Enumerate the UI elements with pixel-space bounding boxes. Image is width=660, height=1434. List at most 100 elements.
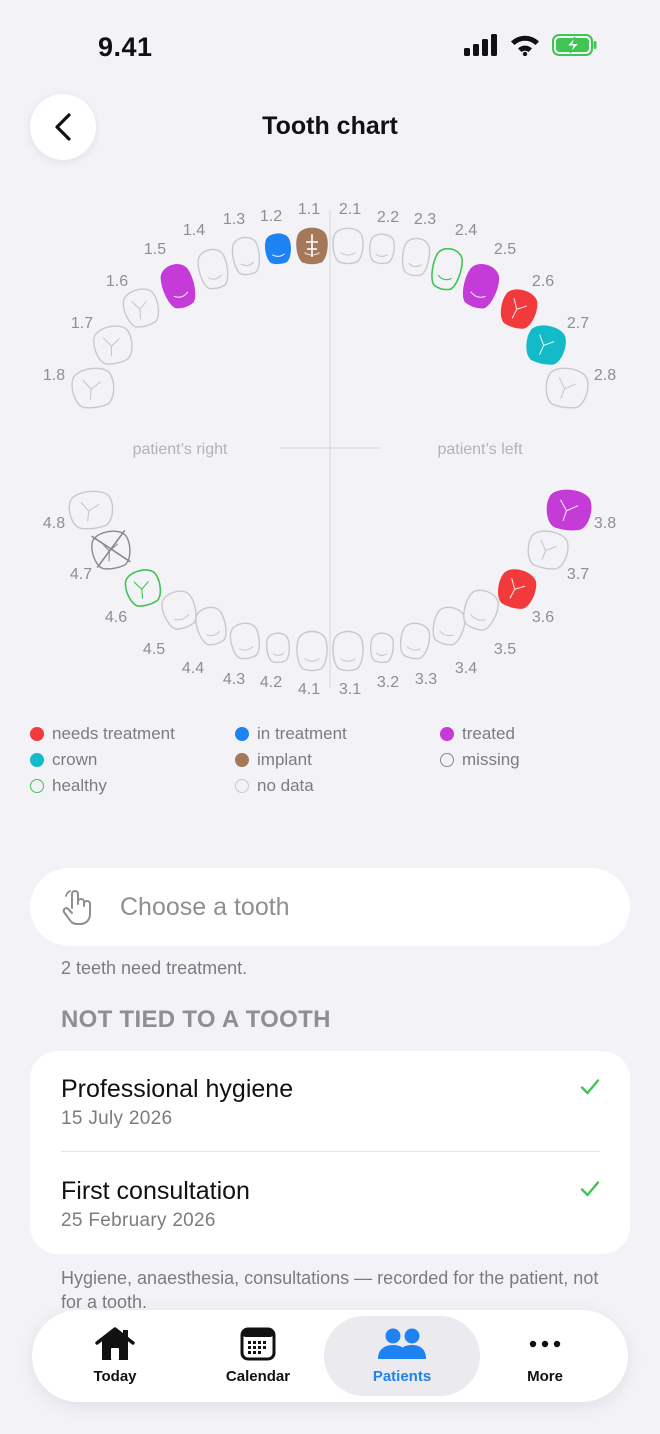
tooth-4-1[interactable] [296,630,328,672]
tooth-number-label: 4.2 [260,674,282,691]
legend-label: in treatment [257,724,347,743]
legend-swatch [30,779,44,793]
tooth-1-6[interactable] [120,285,163,330]
tooth-shape [401,237,431,277]
more-icon [529,1340,561,1348]
tooth-4-7[interactable] [89,528,132,571]
tooth-number-label: 4.1 [298,681,320,698]
tooth-4-3[interactable] [228,621,262,660]
wifi-icon [511,35,539,56]
tooth-number-label: 1.4 [183,222,205,239]
tooth-4-6[interactable] [122,566,164,609]
legend-label: needs treatment [52,724,175,743]
tooth-1-7[interactable] [91,323,135,367]
tab-bar: Today Calendar Patients More [32,1310,628,1402]
tooth-shape [265,632,290,664]
tooth-number-label: 3.5 [494,641,516,658]
tab-label: Patients [372,1368,432,1385]
legend-item-healthy: healthy [30,776,107,796]
tooth-2-8[interactable] [544,366,590,410]
visit-row[interactable]: Professional hygiene 15 July 2026 [30,1051,630,1152]
tooth-1-2[interactable] [265,233,291,265]
treatment-summary: 2 teeth need treatment. [61,958,248,978]
tooth-shape [431,247,463,291]
tooth-number-label: 2.8 [594,367,616,384]
visit-date: 25 February 2026 [61,1210,216,1231]
tooth-shape [463,589,500,631]
tooth-shape [463,264,500,309]
tooth-number-label: 1.6 [106,273,128,290]
tooth-shape [369,233,395,265]
legend-swatch [235,779,249,793]
tooth-1-3[interactable] [231,236,262,276]
tooth-number-label: 4.7 [70,566,92,583]
tooth-number-label: 2.3 [414,211,436,228]
section-header: NOT TIED TO A TOOTH [61,1006,331,1033]
tooth-shape [332,227,364,265]
tooth-shape [231,236,261,276]
tooth-shape [296,630,328,672]
patient-left-label: patient’s left [437,441,523,458]
tooth-2-2[interactable] [369,233,395,265]
tooth-3-8[interactable] [545,488,592,531]
tooth-4-4[interactable] [193,604,230,647]
tooth-4-5[interactable] [158,587,201,633]
checkmark-icon [580,1181,600,1197]
tooth-shape [229,622,261,660]
legend-swatch [440,727,454,741]
tooth-3-1[interactable] [332,630,364,672]
tab-patients[interactable]: Patients [324,1316,480,1396]
tooth-3-2[interactable] [370,632,395,664]
tooth-number-label: 2.6 [532,273,554,290]
battery-charging-icon [552,34,597,56]
tooth-4-2[interactable] [265,632,291,664]
tooth-number-label: 1.2 [260,208,282,225]
choose-tooth-button[interactable]: Choose a tooth [30,868,630,946]
visit-title: Professional hygiene [61,1075,294,1103]
tab-calendar[interactable]: Calendar [180,1316,336,1396]
choose-tooth-label: Choose a tooth [120,892,290,921]
tooth-3-3[interactable] [398,621,432,660]
tooth-number-label: 1.7 [71,315,93,332]
legend-swatch [235,727,249,741]
tooth-number-label: 2.7 [567,315,589,332]
house-icon [95,1327,135,1360]
tooth-1-4[interactable] [195,247,231,291]
tooth-shape [370,632,395,664]
tooth-3-7[interactable] [525,528,570,571]
visit-row[interactable]: First consultation 25 February 2026 [30,1153,630,1254]
tooth-2-6[interactable] [497,286,540,331]
tooth-shape [161,590,197,630]
tooth-3-5[interactable] [459,586,502,634]
tooth-4-8[interactable] [68,489,115,530]
tab-today[interactable]: Today [37,1316,193,1396]
tooth-number-label: 1.8 [43,367,65,384]
tooth-1-5[interactable] [157,261,199,311]
tooth-number-label: 3.4 [455,660,477,677]
tooth-2-7[interactable] [524,323,568,367]
tooth-shape [160,264,196,309]
tab-label: Calendar [225,1368,291,1385]
legend-item-crown: crown [30,750,97,770]
patient-right-label: patient’s right [133,441,228,458]
tab-more[interactable]: More [467,1316,623,1396]
tooth-2-3[interactable] [400,237,431,277]
legend-label: implant [257,750,312,769]
tooth-3-4[interactable] [429,604,468,648]
legend-label: no data [257,776,314,795]
tooth-number-label: 1.1 [298,201,320,218]
tooth-number-label: 1.3 [223,211,245,228]
calendar-icon [240,1327,276,1361]
tab-label: More [527,1368,563,1385]
tooth-2-1[interactable] [332,227,364,265]
tooth-number-label: 1.5 [144,241,166,258]
tooth-1-1[interactable] [296,227,328,265]
tooth-shape [399,622,431,660]
tooth-number-label: 4.6 [105,609,127,626]
legend-swatch [440,753,454,767]
tooth-2-4[interactable] [428,246,465,293]
tooth-3-6[interactable] [494,566,539,611]
tooth-number-label: 3.6 [532,609,554,626]
tooth-1-8[interactable] [70,366,116,410]
tooth-2-5[interactable] [459,261,503,312]
